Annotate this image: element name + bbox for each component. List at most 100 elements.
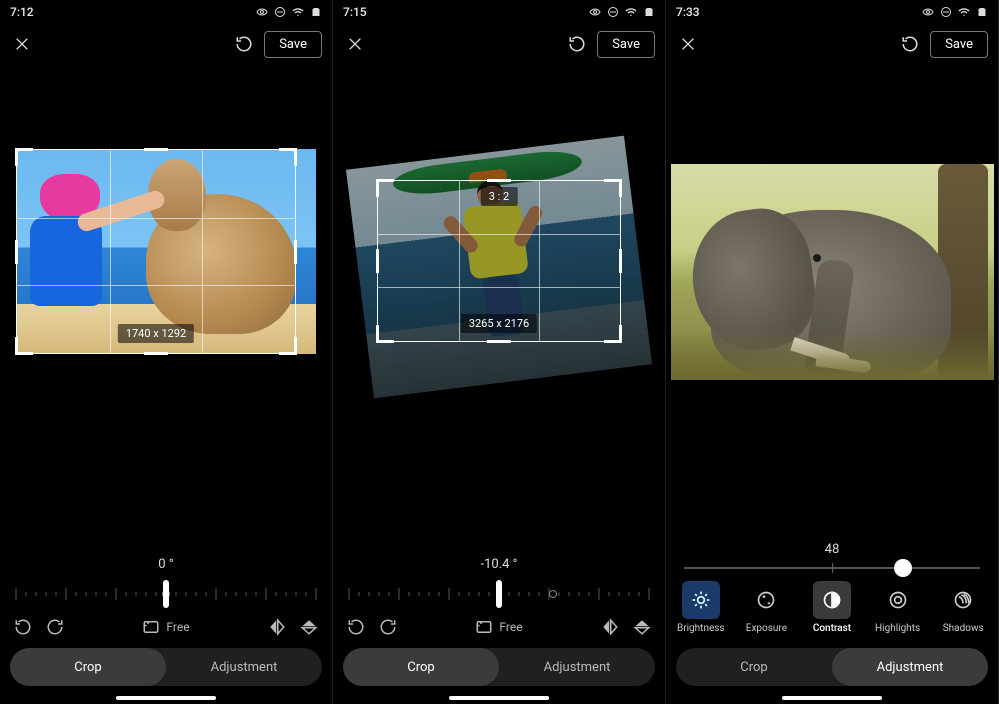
aspect-ratio-button[interactable]: Free (142, 618, 189, 636)
flip-horizontal-button[interactable] (268, 618, 286, 636)
crop-dimensions-badge: 1740 x 1292 (118, 324, 194, 343)
tab-adjustment[interactable]: Adjustment (832, 648, 988, 686)
status-icons (256, 6, 322, 18)
rotation-value: -10.4 ° (333, 557, 665, 572)
adjust-contrast[interactable]: Contrast (801, 577, 863, 638)
crop-handle-bottom[interactable] (144, 352, 168, 355)
crop-handle-top[interactable] (144, 148, 168, 151)
eye-icon (589, 6, 601, 18)
adjust-exposure-label: Exposure (746, 623, 787, 634)
crop-handle-right[interactable] (619, 249, 622, 273)
battery-icon (976, 6, 988, 18)
aspect-ratio-button[interactable]: Free (475, 618, 522, 636)
adjustment-slider[interactable] (666, 557, 998, 573)
close-button[interactable] (676, 32, 700, 56)
screen-adjustment: 7:33 Save 48 (666, 0, 999, 704)
crop-handle-tl[interactable] (15, 148, 33, 166)
rotation-dial[interactable] (339, 576, 659, 612)
top-bar: Save (666, 24, 998, 64)
wifi-icon (958, 6, 970, 18)
bottom-tabs: Crop Adjustment (343, 648, 655, 686)
adjust-shadows-label: Shadows (943, 623, 984, 634)
bottom-tabs: Crop Adjustment (10, 648, 322, 686)
rotate-cw-button[interactable] (46, 618, 64, 636)
tab-adjustment[interactable]: Adjustment (499, 648, 655, 686)
revert-icon[interactable] (565, 32, 589, 56)
crop-handle-left[interactable] (376, 249, 379, 273)
close-button[interactable] (343, 32, 367, 56)
status-bar: 7:12 (0, 0, 332, 24)
adjustment-toolbar: Brightness Exposure Contrast Highlights … (666, 573, 998, 638)
crop-handle-tl[interactable] (376, 179, 394, 197)
tab-crop[interactable]: Crop (343, 648, 499, 686)
eye-icon (922, 6, 934, 18)
editor-canvas[interactable] (666, 64, 998, 542)
crop-handle-bl[interactable] (376, 325, 394, 343)
slider-thumb[interactable] (894, 559, 912, 577)
aspect-ratio-badge: 3 : 2 (481, 187, 518, 206)
adjust-shadows[interactable]: Shadows (932, 577, 994, 638)
save-button[interactable]: Save (264, 31, 322, 58)
tab-adjustment[interactable]: Adjustment (166, 648, 322, 686)
home-indicator[interactable] (449, 696, 549, 700)
crop-handle-tr[interactable] (604, 179, 622, 197)
adjust-contrast-label: Contrast (813, 623, 851, 634)
status-icons (922, 6, 988, 18)
dnd-icon (274, 6, 286, 18)
crop-handle-bottom[interactable] (487, 340, 511, 343)
adjust-brightness[interactable]: Brightness (670, 577, 732, 638)
tab-crop[interactable]: Crop (10, 648, 166, 686)
tab-crop[interactable]: Crop (676, 648, 832, 686)
crop-rectangle[interactable]: 1740 x 1292 (16, 149, 296, 354)
rotate-ccw-button[interactable] (347, 618, 365, 636)
battery-icon (643, 6, 655, 18)
editor-canvas[interactable]: 1740 x 1292 (0, 64, 332, 549)
dial-knob[interactable] (496, 580, 502, 608)
adjustment-value: 48 (666, 542, 998, 557)
eye-icon (256, 6, 268, 18)
adjust-highlights-label: Highlights (875, 623, 920, 634)
crop-handle-right[interactable] (294, 240, 297, 264)
wifi-icon (625, 6, 637, 18)
status-time: 7:12 (10, 5, 34, 19)
adjust-brightness-label: Brightness (677, 623, 725, 634)
rotate-cw-button[interactable] (379, 618, 397, 636)
crop-handle-top[interactable] (487, 179, 511, 182)
photo-preview (671, 164, 994, 380)
revert-icon[interactable] (232, 32, 256, 56)
flip-vertical-button[interactable] (300, 618, 318, 636)
flip-horizontal-button[interactable] (601, 618, 619, 636)
crop-handle-br[interactable] (279, 337, 297, 355)
flip-vertical-button[interactable] (633, 618, 651, 636)
close-button[interactable] (10, 32, 34, 56)
crop-rectangle[interactable]: 3 : 2 3265 x 2176 (377, 180, 621, 342)
dial-zero-marker (549, 590, 557, 598)
crop-handle-left[interactable] (15, 240, 18, 264)
revert-icon[interactable] (898, 32, 922, 56)
adjust-highlights[interactable]: Highlights (867, 577, 929, 638)
aspect-ratio-label: Free (166, 620, 189, 634)
home-indicator[interactable] (116, 696, 216, 700)
rotate-ccw-button[interactable] (14, 618, 32, 636)
status-icons (589, 6, 655, 18)
status-bar: 7:33 (666, 0, 998, 24)
aspect-ratio-label: Free (499, 620, 522, 634)
screen-crop-basic: 7:12 Save (0, 0, 333, 704)
status-bar: 7:15 (333, 0, 665, 24)
bottom-tabs: Crop Adjustment (676, 648, 988, 686)
home-indicator[interactable] (782, 696, 882, 700)
wifi-icon (292, 6, 304, 18)
crop-handle-tr[interactable] (279, 148, 297, 166)
rotation-dial[interactable] (6, 576, 326, 612)
status-time: 7:15 (343, 5, 367, 19)
crop-handle-br[interactable] (604, 325, 622, 343)
crop-toolbar: Free (0, 612, 332, 638)
crop-handle-bl[interactable] (15, 337, 33, 355)
crop-toolbar: Free (333, 612, 665, 638)
editor-canvas[interactable]: 3 : 2 3265 x 2176 (333, 64, 665, 549)
save-button[interactable]: Save (597, 31, 655, 58)
adjust-exposure[interactable]: Exposure (735, 577, 797, 638)
dial-knob[interactable] (163, 580, 169, 608)
save-button[interactable]: Save (930, 31, 988, 58)
rotation-value: 0 ° (0, 557, 332, 572)
